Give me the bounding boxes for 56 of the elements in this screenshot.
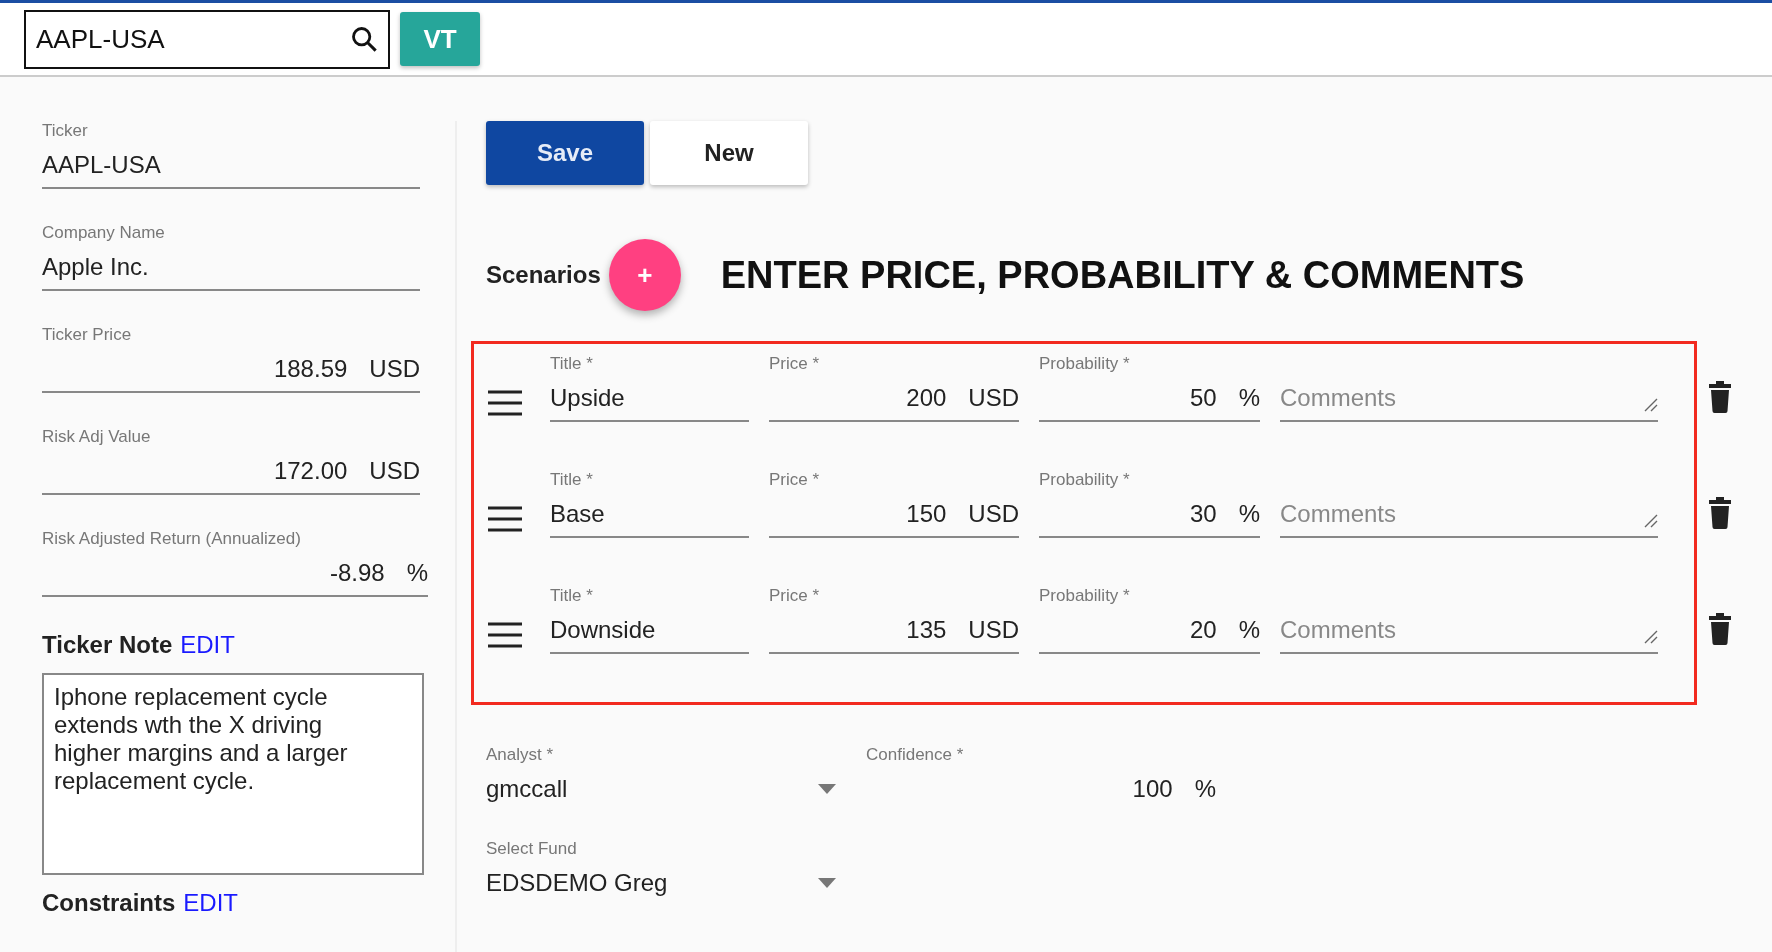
confidence-field[interactable]: 100 % xyxy=(866,765,1216,809)
field-label: Title * xyxy=(550,586,594,606)
field-label: Ticker Price xyxy=(42,325,133,345)
section-heading: Constraints xyxy=(42,889,176,917)
field-label: Ticker xyxy=(42,121,89,141)
instruction-heading: ENTER PRICE, PROBABILITY & COMMENTS xyxy=(720,253,1525,297)
field-label: Price * xyxy=(769,470,821,490)
probability-field[interactable]: 50 % xyxy=(1039,374,1260,422)
field-value[interactable]: AAPL-USA xyxy=(42,141,420,189)
probability-field[interactable]: 20 % xyxy=(1039,606,1260,654)
field-label: Analyst * xyxy=(486,745,555,765)
resize-handle-icon[interactable] xyxy=(1644,398,1658,412)
field-value[interactable]: 172.00 USD xyxy=(42,447,420,495)
scenarios-label: Scenarios xyxy=(486,261,601,289)
field-label: Company Name xyxy=(42,223,166,243)
field-label: Risk Adjusted Return (Annualized) xyxy=(42,529,302,549)
primary-button[interactable]: Save xyxy=(486,121,644,185)
field-label: Confidence * xyxy=(866,745,965,765)
search-field[interactable]: AAPL-USA xyxy=(24,9,390,69)
probability-field[interactable]: 30 % xyxy=(1039,490,1260,538)
price-field[interactable]: 135 USD xyxy=(769,606,1019,654)
note-text-area[interactable]: Iphone replacement cycle extends wth the X driving higher margins and a larger replacement cycle. xyxy=(42,673,424,875)
field-label: Price * xyxy=(769,354,821,374)
trash-icon[interactable] xyxy=(1707,379,1733,413)
fund-select[interactable]: EDSDEMO Greg xyxy=(486,859,836,903)
trash-icon[interactable] xyxy=(1707,611,1733,645)
title-field[interactable]: Base xyxy=(550,490,749,538)
dropdown-caret-icon[interactable] xyxy=(818,784,836,794)
drag-handle-icon[interactable] xyxy=(488,390,522,416)
field-value[interactable]: Apple Inc. xyxy=(42,243,420,291)
field-value[interactable]: 188.59 USD xyxy=(42,345,420,393)
edit-link[interactable]: EDIT xyxy=(183,889,239,917)
field-label: Title * xyxy=(550,354,594,374)
price-field[interactable]: 200 USD xyxy=(769,374,1019,422)
secondary-button[interactable]: New xyxy=(650,121,808,185)
resize-handle-icon[interactable] xyxy=(1644,514,1658,528)
field-label: Price * xyxy=(769,586,821,606)
dropdown-caret-icon[interactable] xyxy=(818,878,836,888)
analyst-select[interactable]: gmccall xyxy=(486,765,836,809)
resize-handle-icon[interactable] xyxy=(1644,630,1658,644)
edit-link[interactable]: EDIT xyxy=(180,631,235,659)
field-label: Risk Adj Value xyxy=(42,427,152,447)
title-field[interactable]: Downside xyxy=(550,606,749,654)
field-label: Probability * xyxy=(1039,470,1131,490)
field-label: Select Fund xyxy=(486,839,578,859)
drag-handle-icon[interactable] xyxy=(488,622,522,648)
trash-icon[interactable] xyxy=(1707,495,1733,529)
field-label: Title * xyxy=(550,470,594,490)
section-heading: Ticker Note xyxy=(42,631,173,659)
field-label: Probability * xyxy=(1039,586,1131,606)
search-icon[interactable] xyxy=(350,25,378,53)
price-field[interactable]: 150 USD xyxy=(769,490,1019,538)
title-field[interactable]: Upside xyxy=(550,374,749,422)
field-label: Probability * xyxy=(1039,354,1131,374)
field-value[interactable]: -8.98 % xyxy=(42,549,428,597)
drag-handle-icon[interactable] xyxy=(488,506,522,532)
